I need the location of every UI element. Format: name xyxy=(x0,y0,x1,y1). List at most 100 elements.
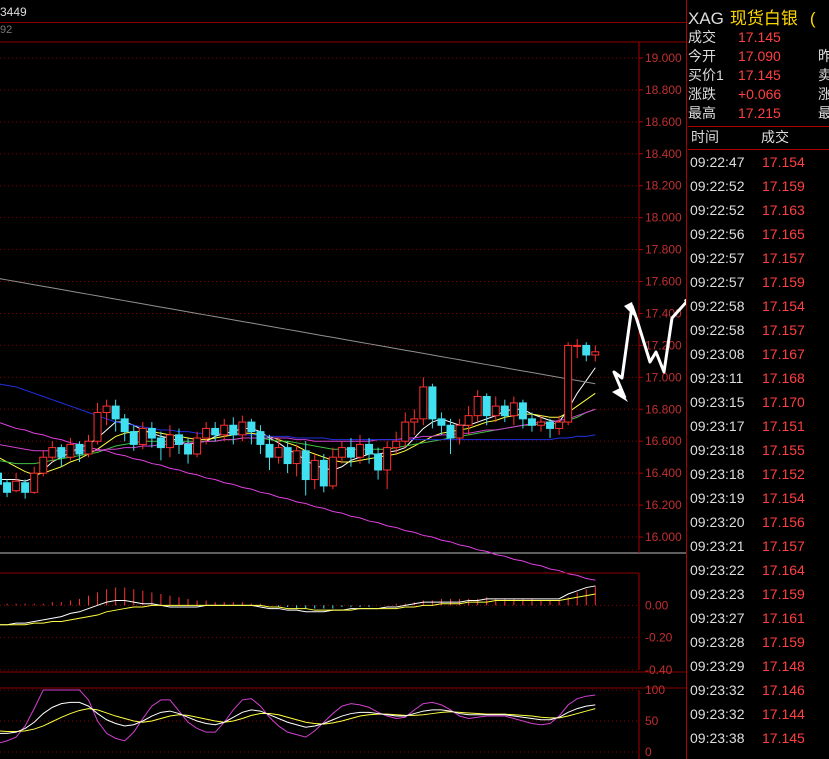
candle-body xyxy=(247,421,256,433)
candle-body xyxy=(0,472,2,485)
tick-price: 17.161 xyxy=(762,610,805,626)
tick-time: 09:23:08 xyxy=(690,346,745,362)
quote-row: 今开 17.090 昨 xyxy=(688,47,829,66)
tick-row: 09:22:56 17.165 xyxy=(690,222,828,246)
tick-time: 09:23:29 xyxy=(690,658,745,674)
candle-body xyxy=(220,424,229,436)
ticks-header: 时间 成交 xyxy=(688,126,829,150)
quote-label: 成交 xyxy=(688,29,716,45)
tick-row: 09:23:27 17.161 xyxy=(690,606,828,630)
price-tick-label: 18.600 xyxy=(645,115,682,129)
candle-body xyxy=(48,447,57,458)
tick-price: 17.165 xyxy=(762,226,805,242)
tick-row: 09:23:18 17.152 xyxy=(690,462,828,486)
candle-body xyxy=(491,405,500,417)
candle-body xyxy=(537,421,545,426)
tick-price: 17.156 xyxy=(762,514,805,530)
quote-label: 最高 xyxy=(688,105,716,121)
candle-body xyxy=(66,443,75,458)
quote-value: +0.066 xyxy=(738,86,782,102)
tick-price: 17.148 xyxy=(762,658,805,674)
price-tick-label: 18.800 xyxy=(645,83,682,97)
candle-body xyxy=(3,482,12,493)
quote-row: 成交 17.145 xyxy=(688,28,828,47)
tick-row: 09:23:11 17.168 xyxy=(690,366,828,390)
tick-price: 17.154 xyxy=(762,154,805,170)
candle-body xyxy=(356,443,364,458)
candle-body xyxy=(546,421,555,429)
moving-average-line xyxy=(0,367,596,482)
tick-row: 09:23:08 17.167 xyxy=(690,342,828,366)
candle-body xyxy=(84,440,93,455)
candle-body xyxy=(93,411,102,442)
kdj-k-line xyxy=(0,701,596,734)
quote-label-clipped: 卖 xyxy=(818,67,829,83)
candle-body xyxy=(365,443,374,455)
candle-body xyxy=(319,459,328,487)
tick-price: 17.159 xyxy=(762,274,805,290)
price-tick-label: 16.000 xyxy=(645,530,682,544)
price-tick-label: 17.200 xyxy=(645,338,682,352)
price-tick-label: 17.600 xyxy=(645,275,682,289)
candle-body xyxy=(437,418,446,426)
candle-body xyxy=(455,424,464,439)
quote-label: 涨跌 xyxy=(688,86,716,102)
candle-body xyxy=(392,440,401,449)
candle-body xyxy=(147,427,156,439)
candle-body xyxy=(509,402,518,417)
quote-value: 17.090 xyxy=(738,48,781,64)
kdj-tick-label: 100 xyxy=(645,683,665,697)
tick-time: 09:23:17 xyxy=(690,418,745,434)
tick-time: 09:23:19 xyxy=(690,490,745,506)
quote-label-clipped: 最 xyxy=(818,105,829,121)
candle-body xyxy=(482,396,491,417)
tick-row: 09:23:20 17.156 xyxy=(690,510,828,534)
tick-row: 09:23:17 17.151 xyxy=(690,414,828,438)
tick-time: 09:22:57 xyxy=(690,274,745,290)
tick-price: 17.168 xyxy=(762,370,805,386)
candle-body xyxy=(120,418,129,433)
candle-body xyxy=(500,405,509,417)
kdj-tick-label: 50 xyxy=(645,714,659,728)
tick-time: 09:23:20 xyxy=(690,514,745,530)
macd-tick-label: -0.40 xyxy=(645,663,673,677)
candle-body xyxy=(138,427,147,445)
price-tick-label: 16.200 xyxy=(645,498,682,512)
chart-area[interactable]: 19.000 18.800 18.600 18.400 18.200 18.000 17.8… xyxy=(0,0,686,759)
tick-time: 09:23:38 xyxy=(690,730,745,746)
candle-body xyxy=(256,431,265,445)
header-paren: ( xyxy=(809,9,816,28)
candle-body xyxy=(410,418,419,423)
candle-body xyxy=(383,447,392,471)
tick-row: 09:23:15 17.170 xyxy=(690,390,828,414)
tick-price: 17.144 xyxy=(762,706,805,722)
tick-time: 09:23:21 xyxy=(690,538,745,554)
price-tick-label: 16.400 xyxy=(645,466,682,480)
candle-body xyxy=(211,427,220,436)
quote-panel-header: XAG 现货白银 ( xyxy=(688,4,816,29)
candle-body xyxy=(564,344,573,423)
kdj-j-line xyxy=(0,689,596,744)
tick-row: 09:23:22 17.164 xyxy=(690,558,828,582)
tick-price: 17.157 xyxy=(762,322,805,338)
price-tick-label: 18.000 xyxy=(645,211,682,225)
tick-price: 17.163 xyxy=(762,202,805,218)
tick-time: 09:23:18 xyxy=(690,442,745,458)
tick-time: 09:23:32 xyxy=(690,706,745,722)
candle-body xyxy=(39,456,48,474)
candle-body xyxy=(175,434,183,445)
tick-price: 17.154 xyxy=(762,298,805,314)
tick-time: 09:23:18 xyxy=(690,466,745,482)
moving-average-line xyxy=(0,278,596,385)
candle-body xyxy=(446,424,455,439)
candle-body xyxy=(265,443,274,458)
tick-row: 09:23:18 17.155 xyxy=(690,438,828,462)
candle-body xyxy=(184,443,193,455)
tick-row: 09:22:57 17.157 xyxy=(690,246,828,270)
macd-tick-label: -0.20 xyxy=(645,631,673,645)
candle-body xyxy=(292,450,301,465)
quote-label-clipped: 涨 xyxy=(818,86,829,102)
candle-body xyxy=(21,482,30,493)
tick-price: 17.151 xyxy=(762,418,805,434)
candle-body xyxy=(555,421,564,429)
